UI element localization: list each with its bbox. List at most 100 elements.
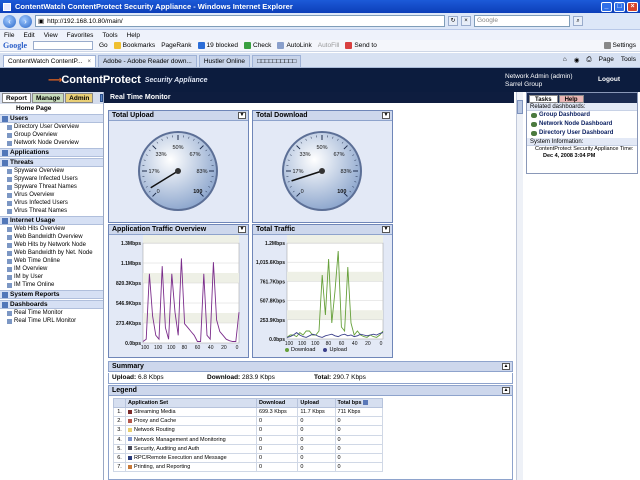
nav-item-virus-infected-users[interactable]: Virus Infected Users	[0, 199, 103, 207]
nav-home-page[interactable]: Home Page	[0, 104, 103, 113]
gauge-zero-label: 0	[157, 189, 160, 195]
window-titlebar: ContentWatch ContentProtect Security App…	[0, 0, 640, 13]
nav-item-web-hits-overview[interactable]: Web Hits Overview	[0, 225, 103, 233]
report-icon	[7, 274, 12, 280]
menu-favorites[interactable]: Favorites	[67, 32, 94, 39]
col-download[interactable]: Download	[255, 398, 299, 408]
tab-tasks[interactable]: Tasks	[529, 95, 558, 103]
nav-item-im-by-user[interactable]: IM by User	[0, 273, 103, 281]
tools-menu[interactable]: Tools	[621, 56, 636, 64]
menu-file[interactable]: File	[4, 32, 14, 39]
network-node-dashboard-link[interactable]: Network Node Dashboard	[527, 120, 637, 129]
col-total[interactable]: Total bps	[334, 398, 384, 408]
nav-section-dashboards[interactable]: Dashboards	[0, 300, 103, 309]
nav-item-real-time-url-monitor[interactable]: Real Time URL Monitor	[0, 317, 103, 325]
y-tick-label: 761.7Kbps	[260, 279, 285, 285]
menu-edit[interactable]: Edit	[23, 32, 34, 39]
home-icon[interactable]: ⌂	[563, 56, 567, 64]
stop-icon[interactable]: ×	[461, 16, 471, 26]
sendto-button[interactable]: Send to	[345, 42, 377, 49]
download-gauge: 17% 33% 50% 67% 83% 100 0	[282, 131, 362, 211]
collapse-button[interactable]: ▼	[238, 112, 246, 119]
home-icon[interactable]	[100, 94, 103, 102]
search-icon[interactable]: ⌕	[573, 16, 583, 26]
minimize-icon[interactable]: _	[601, 1, 612, 12]
nav-section-applications[interactable]: Applications	[0, 148, 103, 157]
nav-item-directory-user-overview[interactable]: Directory User Overview	[0, 123, 103, 131]
tab-manage[interactable]: Manage	[31, 93, 65, 103]
menu-bar: File Edit View Favorites Tools Help	[0, 30, 640, 40]
nav-item-web-hits-by-network-node[interactable]: Web Hits by Network Node	[0, 241, 103, 249]
nav-tabs: Report Manage Admin	[0, 92, 103, 104]
nav-item-virus-threat-names[interactable]: Virus Threat Names	[0, 207, 103, 215]
nav-section-system-reports[interactable]: System Reports	[0, 290, 103, 299]
browser-tab-hustler[interactable]: Hustler Online	[198, 55, 251, 67]
nav-item-spyware-infected-users[interactable]: Spyware Infected Users	[0, 175, 103, 183]
close-icon[interactable]: ×	[627, 1, 638, 12]
total-upload-panel: Total Upload ▼ 17% 33% 50% 67% 83% 100 0	[108, 110, 249, 223]
scrollbar-thumb[interactable]	[517, 100, 523, 114]
forward-button[interactable]: ›	[19, 14, 32, 28]
refresh-icon[interactable]: ↻	[448, 16, 458, 26]
directory-user-dashboard-link[interactable]: Directory User Dashboard	[527, 129, 637, 138]
group-dashboard-link[interactable]: Group Dashboard	[527, 111, 637, 120]
collapse-button[interactable]: ▼	[238, 226, 246, 233]
nav-item-spyware-overview[interactable]: Spyware Overview	[0, 167, 103, 175]
logout-link[interactable]: Logout	[598, 76, 620, 83]
bookmarks-button[interactable]: Bookmarks	[113, 42, 155, 49]
menu-help[interactable]: Help	[127, 32, 140, 39]
autofill-button[interactable]: AutoFill	[318, 42, 340, 49]
go-button[interactable]: Go	[99, 42, 108, 49]
gauge-tick-label: 33%	[156, 152, 167, 158]
check-button[interactable]: Check	[244, 42, 271, 49]
nav-item-network-node-overview[interactable]: Network Node Overview	[0, 139, 103, 147]
popup-blocked-button[interactable]: 19 blocked	[197, 42, 238, 49]
nav-section-users[interactable]: Users	[0, 114, 103, 123]
nav-item-spyware-threat-names[interactable]: Spyware Threat Names	[0, 183, 103, 191]
nav-item-im-time-online[interactable]: IM Time Online	[0, 281, 103, 289]
nav-item-virus-overview[interactable]: Virus Overview	[0, 191, 103, 199]
col-application-set[interactable]: Application Set	[125, 398, 257, 408]
table-row: 7. Printing, and Reporting 0 0 0	[113, 462, 384, 473]
browser-tab-contentwatch[interactable]: ContentWatch ContentP... ×	[3, 55, 96, 67]
maximize-icon[interactable]: □	[614, 1, 625, 12]
app-traffic-panel: Application Traffic Overview ▼ 0.0bps 273.…	[108, 224, 249, 358]
nav-item-web-bandwidth-overview[interactable]: Web Bandwidth Overview	[0, 233, 103, 241]
vertical-scrollbar[interactable]	[516, 92, 523, 480]
nav-item-web-bandwidth-by-net-node[interactable]: Web Bandwidth by Net. Node	[0, 249, 103, 257]
google-search-input[interactable]	[33, 41, 93, 50]
back-button[interactable]: ‹	[3, 14, 16, 28]
report-icon	[7, 192, 12, 198]
autolink-button[interactable]: AutoLink	[277, 42, 312, 49]
user-info: Network Admin (admin) Sarrel Group	[505, 73, 573, 89]
collapse-button[interactable]: ▼	[382, 226, 390, 233]
close-tab-icon[interactable]: ×	[87, 59, 91, 65]
collapse-button[interactable]: ▲	[502, 363, 510, 370]
collapse-button[interactable]: ▼	[382, 112, 390, 119]
dashboard-icon	[531, 122, 537, 127]
autolink-icon	[277, 42, 285, 49]
col-upload[interactable]: Upload	[297, 398, 336, 408]
menu-tools[interactable]: Tools	[102, 32, 117, 39]
nav-item-group-overview[interactable]: Group Overview	[0, 131, 103, 139]
nav-item-real-time-monitor[interactable]: Real Time Monitor	[0, 309, 103, 317]
menu-view[interactable]: View	[44, 32, 58, 39]
browser-tab-unknown[interactable]: □□□□□□□□□□	[252, 55, 302, 67]
x-tick-label: 40	[208, 345, 214, 351]
print-icon[interactable]: ⎙	[586, 56, 591, 64]
tab-report[interactable]: Report	[2, 93, 31, 103]
url-field[interactable]: ▣ http://192.168.10.80/main/	[35, 15, 445, 27]
nav-item-im-overview[interactable]: IM Overview	[0, 265, 103, 273]
page-menu[interactable]: Page	[599, 56, 614, 64]
settings-button[interactable]: Settings	[603, 42, 640, 49]
tab-admin[interactable]: Admin	[65, 93, 94, 103]
app-header: ⟶ ContentProtect Security Appliance Netwo…	[0, 68, 640, 92]
feeds-icon[interactable]: ◉	[574, 56, 580, 64]
nav-item-web-time-online[interactable]: Web Time Online	[0, 257, 103, 265]
collapse-button[interactable]: ▲	[502, 387, 510, 394]
browser-tab-adobe[interactable]: Adobe - Adobe Reader down...	[97, 55, 197, 67]
browser-search-input[interactable]: Google	[474, 15, 570, 27]
tab-help[interactable]: Help	[558, 95, 584, 103]
nav-section-threats[interactable]: Threats	[0, 158, 103, 167]
nav-section-internet-usage[interactable]: Internet Usage	[0, 216, 103, 225]
